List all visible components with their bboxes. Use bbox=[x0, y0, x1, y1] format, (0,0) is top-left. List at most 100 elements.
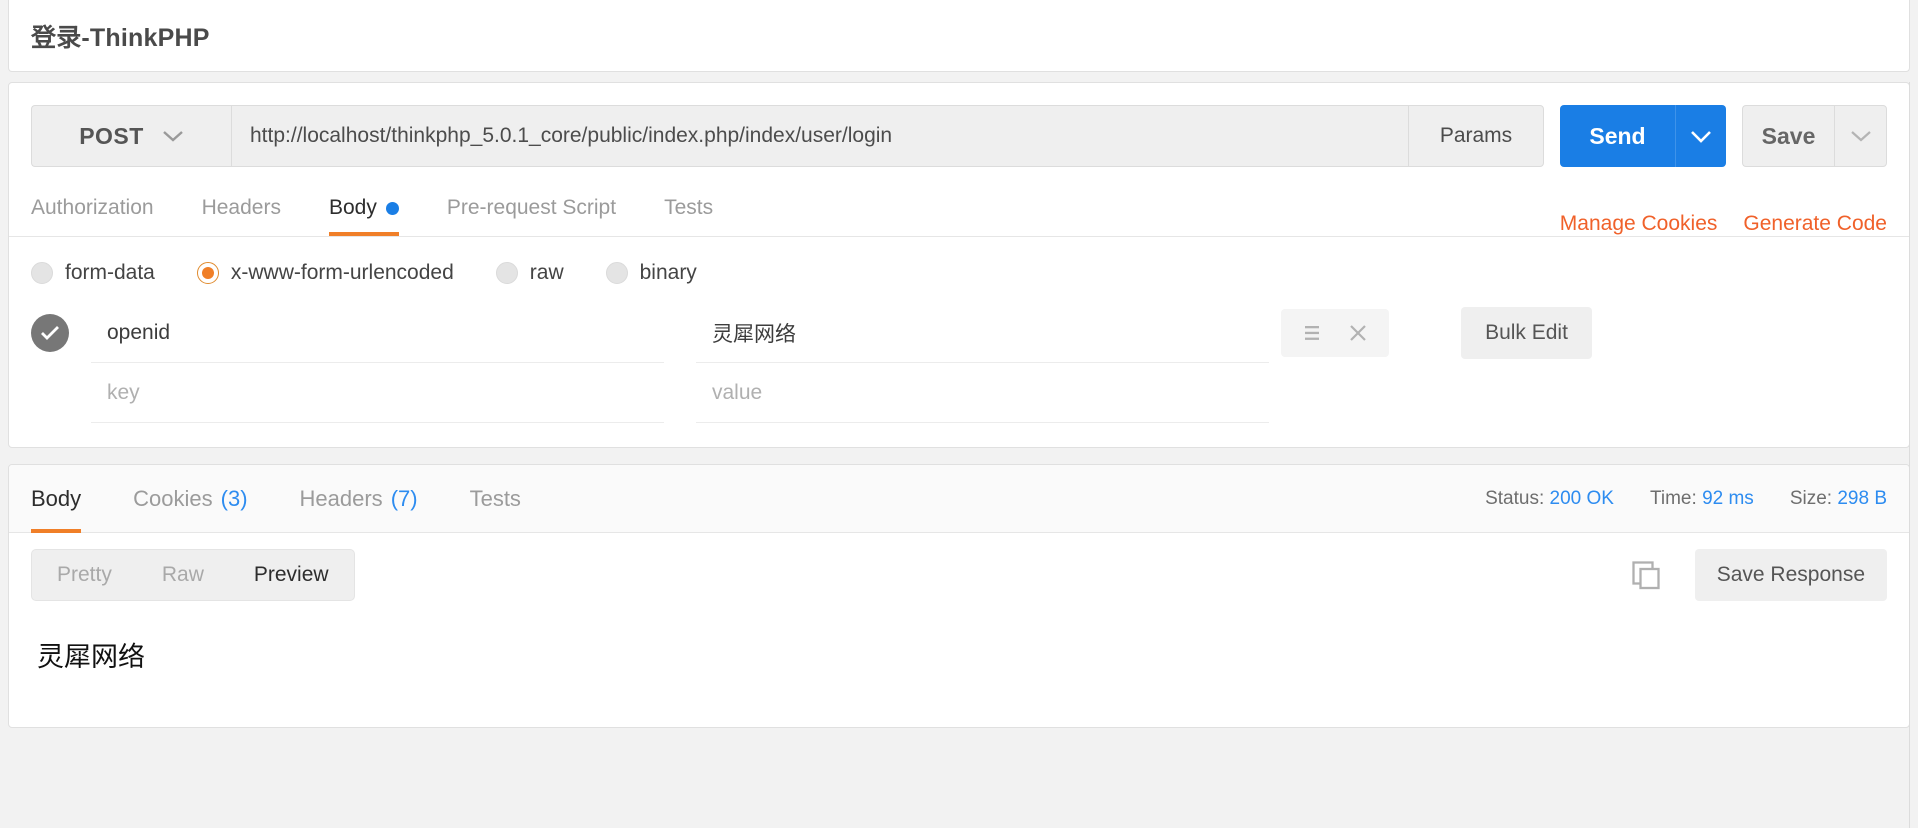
tab-headers-label: Headers bbox=[201, 196, 281, 219]
size-value: 298 B bbox=[1837, 487, 1887, 509]
response-tab-tests[interactable]: Tests bbox=[470, 465, 521, 533]
response-tab-headers-label: Headers bbox=[299, 485, 383, 511]
row-actions bbox=[1281, 309, 1389, 357]
tab-pre-request-script[interactable]: Pre-request Script bbox=[447, 180, 616, 236]
generate-code-link[interactable]: Generate Code bbox=[1743, 212, 1887, 236]
send-button-group: Send bbox=[1560, 105, 1726, 167]
page-title: 登录-ThinkPHP bbox=[31, 23, 210, 52]
save-button[interactable]: Save bbox=[1742, 105, 1834, 167]
check-icon bbox=[41, 326, 59, 340]
radio-icon bbox=[31, 262, 53, 284]
request-title-bar: 登录-ThinkPHP bbox=[8, 0, 1910, 72]
row-enabled-checkbox-empty[interactable] bbox=[31, 374, 69, 412]
send-options-button[interactable] bbox=[1675, 105, 1726, 167]
status-value: 200 OK bbox=[1549, 487, 1614, 509]
url-input[interactable]: http://localhost/thinkphp_5.0.1_core/pub… bbox=[231, 105, 1408, 167]
view-mode-preview[interactable]: Preview bbox=[229, 550, 354, 600]
right-divider bbox=[1909, 82, 1910, 828]
size-label: Size: bbox=[1789, 487, 1833, 509]
param-key-input-empty[interactable]: key bbox=[91, 364, 664, 423]
view-mode-pretty[interactable]: Pretty bbox=[32, 550, 137, 600]
chevron-down-icon bbox=[1689, 129, 1713, 144]
send-label: Send bbox=[1589, 122, 1646, 149]
chevron-down-icon bbox=[162, 129, 184, 143]
response-body: 灵犀网络 bbox=[9, 617, 1909, 727]
radio-binary[interactable]: binary bbox=[605, 261, 697, 285]
param-value-input-empty[interactable]: value bbox=[696, 364, 1269, 423]
radio-raw[interactable]: raw bbox=[495, 261, 564, 285]
params-button[interactable]: Params bbox=[1408, 105, 1544, 167]
response-tab-body[interactable]: Body bbox=[31, 465, 82, 533]
table-row: openid 灵犀网络 Bulk Edit bbox=[31, 303, 1887, 363]
view-mode-preview-label: Preview bbox=[253, 563, 329, 586]
param-value-input[interactable]: 灵犀网络 bbox=[696, 304, 1269, 363]
radio-raw-label: raw bbox=[529, 261, 564, 284]
response-tab-cookies[interactable]: Cookies (3) bbox=[133, 465, 247, 533]
size-badge: Size: 298 B bbox=[1790, 488, 1887, 510]
save-response-label: Save Response bbox=[1716, 563, 1865, 586]
list-menu-icon[interactable] bbox=[1289, 309, 1335, 357]
response-tab-tests-label: Tests bbox=[469, 485, 521, 511]
time-badge: Time: 92 ms bbox=[1650, 488, 1754, 510]
time-label: Time: bbox=[1649, 487, 1697, 509]
body-modified-dot-icon bbox=[385, 201, 399, 215]
tab-pre-request-script-label: Pre-request Script bbox=[446, 196, 617, 219]
view-mode-raw-label: Raw bbox=[161, 563, 204, 586]
time-value: 92 ms bbox=[1702, 487, 1754, 509]
manage-cookies-link[interactable]: Manage Cookies bbox=[1560, 212, 1718, 236]
response-panel: Body Cookies (3) Headers (7) Tests Statu… bbox=[8, 464, 1910, 728]
http-method-label: POST bbox=[79, 122, 144, 149]
tab-authorization[interactable]: Authorization bbox=[31, 180, 154, 236]
response-cookies-count: (3) bbox=[220, 485, 248, 511]
response-view-mode-group: Pretty Raw Preview bbox=[31, 549, 355, 601]
http-method-selector[interactable]: POST bbox=[31, 105, 231, 167]
tab-authorization-label: Authorization bbox=[31, 196, 154, 219]
body-type-radio-group: form-data x-www-form-urlencoded raw bina… bbox=[9, 243, 1909, 303]
bulk-edit-label: Bulk Edit bbox=[1485, 321, 1568, 344]
param-key-input[interactable]: openid bbox=[91, 304, 664, 363]
bulk-edit-button[interactable]: Bulk Edit bbox=[1461, 307, 1592, 359]
radio-icon-selected bbox=[196, 262, 219, 284]
key-value-editor: openid 灵犀网络 Bulk Edit key value bbox=[9, 303, 1909, 447]
tab-body[interactable]: Body bbox=[328, 180, 399, 236]
copy-icon[interactable] bbox=[1623, 551, 1669, 599]
save-label: Save bbox=[1761, 122, 1816, 149]
radio-binary-label: binary bbox=[639, 261, 697, 284]
response-tab-headers[interactable]: Headers (7) bbox=[300, 465, 418, 533]
param-value-placeholder: value bbox=[712, 380, 763, 404]
save-options-button[interactable] bbox=[1834, 105, 1887, 167]
postman-window: 登录-ThinkPHP POST http://localhost/thinkp… bbox=[0, 0, 1918, 828]
radio-x-www-form-urlencoded[interactable]: x-www-form-urlencoded bbox=[196, 261, 454, 285]
response-toolbar-actions: Save Response bbox=[1623, 549, 1887, 601]
chevron-down-icon bbox=[1850, 129, 1872, 143]
status-badge: Status: 200 OK bbox=[1485, 488, 1614, 510]
row-enabled-checkbox[interactable] bbox=[31, 314, 69, 352]
view-mode-raw[interactable]: Raw bbox=[137, 550, 229, 600]
radio-x-www-form-urlencoded-label: x-www-form-urlencoded bbox=[230, 261, 454, 284]
response-tabs: Body Cookies (3) Headers (7) Tests Statu… bbox=[9, 465, 1909, 533]
radio-form-data[interactable]: form-data bbox=[31, 261, 155, 285]
response-meta: Status: 200 OK Time: 92 ms Size: 298 B bbox=[1485, 488, 1887, 510]
response-tab-body-label: Body bbox=[31, 485, 82, 511]
view-mode-pretty-label: Pretty bbox=[57, 563, 112, 586]
tab-headers[interactable]: Headers bbox=[202, 180, 281, 236]
params-label: Params bbox=[1439, 124, 1513, 147]
tab-tests-label: Tests bbox=[664, 196, 714, 219]
request-panel: POST http://localhost/thinkphp_5.0.1_cor… bbox=[8, 82, 1910, 448]
response-body-text: 灵犀网络 bbox=[37, 642, 145, 672]
response-tab-cookies-label: Cookies bbox=[133, 485, 213, 511]
close-icon[interactable] bbox=[1335, 309, 1381, 357]
save-response-button[interactable]: Save Response bbox=[1694, 549, 1887, 601]
radio-icon bbox=[495, 262, 518, 284]
status-label: Status: bbox=[1485, 487, 1545, 509]
param-key-value: openid bbox=[107, 320, 171, 344]
response-headers-count: (7) bbox=[390, 485, 418, 511]
tab-tests[interactable]: Tests bbox=[664, 180, 713, 236]
save-button-group: Save bbox=[1742, 105, 1887, 167]
table-row: key value bbox=[31, 363, 1887, 423]
send-button[interactable]: Send bbox=[1560, 105, 1675, 167]
tab-body-label: Body bbox=[328, 196, 377, 219]
param-key-placeholder: key bbox=[107, 380, 140, 404]
request-tabs: Authorization Headers Body Pre-request S… bbox=[9, 181, 1909, 237]
param-value-value: 灵犀网络 bbox=[712, 322, 796, 346]
